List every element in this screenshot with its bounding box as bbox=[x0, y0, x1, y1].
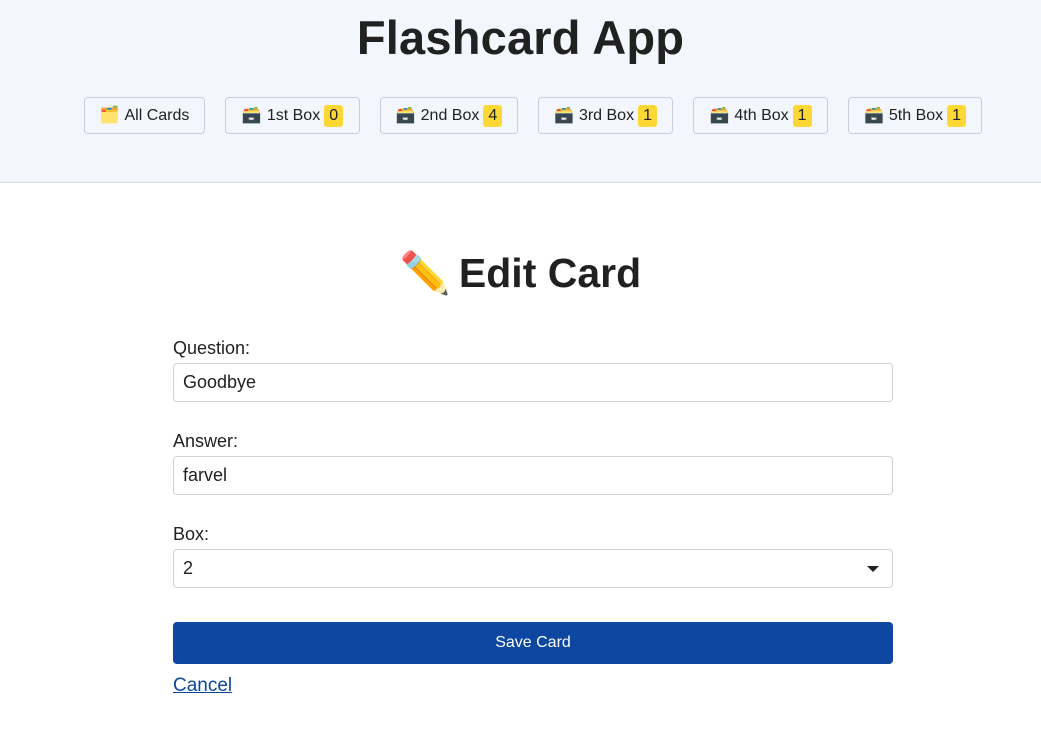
card-box-icon: 🗃️ bbox=[863, 106, 884, 124]
nav-label: 5th Box bbox=[888, 106, 944, 124]
card-box-icon: 🗃️ bbox=[709, 106, 730, 124]
box-nav: 🗂️ All Cards 🗃️ 1st Box 0 🗃️ 2nd Box 4 🗃… bbox=[0, 97, 1041, 134]
count-badge: 0 bbox=[324, 104, 344, 127]
nav-label: All Cards bbox=[124, 106, 190, 124]
save-card-button[interactable]: Save Card bbox=[173, 622, 893, 664]
nav-box-1-button[interactable]: 🗃️ 1st Box 0 bbox=[225, 97, 360, 134]
count-badge: 4 bbox=[483, 104, 503, 127]
nav-box-5-button[interactable]: 🗃️ 5th Box 1 bbox=[848, 97, 982, 134]
folder-icon: 🗂️ bbox=[99, 106, 120, 124]
answer-label: Answer: bbox=[173, 431, 239, 451]
box-select-value: 2 bbox=[183, 558, 194, 578]
app-title: Flashcard App bbox=[356, 11, 685, 64]
question-label: Question: bbox=[173, 338, 251, 358]
nav-all-cards-button[interactable]: 🗂️ All Cards bbox=[84, 97, 205, 134]
nav-label: 4th Box bbox=[734, 106, 789, 124]
nav-label: 3rd Box bbox=[578, 106, 635, 124]
card-box-icon: 🗃️ bbox=[554, 106, 574, 124]
card-box-icon: 🗃️ bbox=[395, 106, 416, 124]
page-title: ✏️ Edit Card bbox=[0, 250, 1041, 298]
nav-label: 2nd Box bbox=[420, 106, 480, 124]
nav-box-2-button[interactable]: 🗃️ 2nd Box 4 bbox=[380, 97, 518, 134]
question-input[interactable]: Goodbye bbox=[173, 363, 893, 402]
count-badge: 1 bbox=[947, 104, 967, 127]
cancel-link[interactable]: Cancel bbox=[173, 675, 232, 697]
count-badge: 1 bbox=[792, 104, 812, 127]
nav-label: 1st Box bbox=[266, 106, 321, 124]
app-header: Flashcard App 🗂️ All Cards 🗃️ 1st Box 0 … bbox=[0, 0, 1041, 183]
chevron-down-icon bbox=[867, 565, 879, 572]
count-badge: 1 bbox=[638, 104, 657, 127]
box-label: Box: bbox=[173, 524, 210, 544]
nav-box-3-button[interactable]: 🗃️ 3rd Box 1 bbox=[538, 97, 673, 134]
nav-box-4-button[interactable]: 🗃️ 4th Box 1 bbox=[693, 97, 828, 134]
page-title-text: Edit Card bbox=[458, 250, 642, 296]
answer-input[interactable]: farvel bbox=[173, 456, 893, 495]
box-select[interactable]: 2 bbox=[173, 549, 893, 588]
card-box-icon: 🗃️ bbox=[241, 106, 262, 124]
pencil-icon: ✏️ bbox=[399, 250, 451, 296]
